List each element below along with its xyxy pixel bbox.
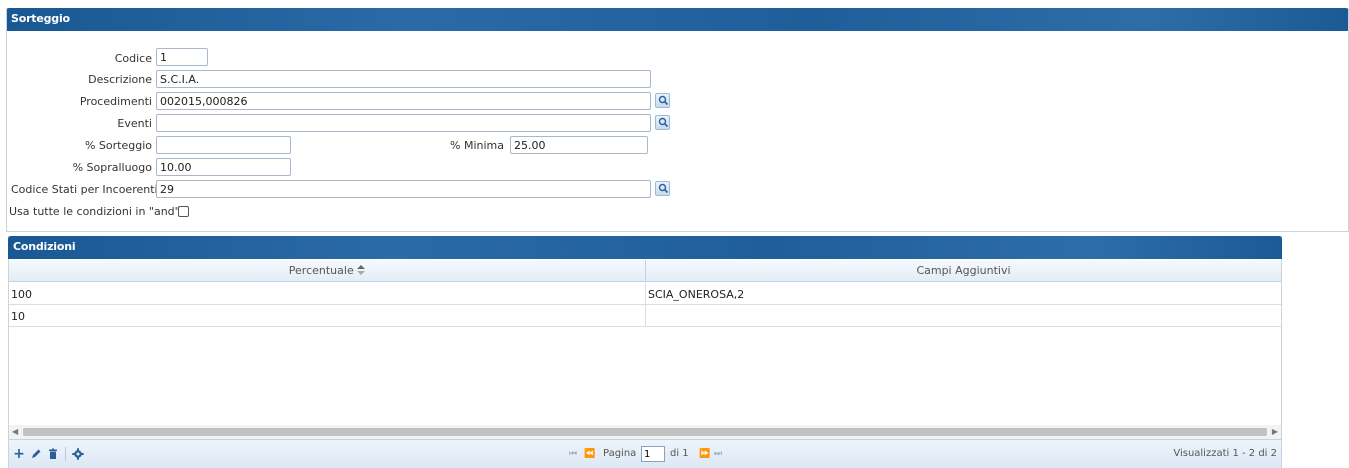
search-icon (658, 95, 669, 106)
page-number-input[interactable] (641, 446, 665, 462)
delete-icon[interactable] (47, 448, 59, 460)
stati-search-button[interactable] (655, 181, 670, 196)
condizioni-grid: Condizioni Percentuale Campi Aggiuntivi … (8, 236, 1282, 468)
procedimenti-input[interactable] (156, 92, 651, 110)
percentuale-header-label: Percentuale (288, 264, 354, 277)
table-row-2-campi[interactable] (646, 305, 1281, 327)
scroll-right-icon[interactable]: ▶ (1272, 427, 1278, 436)
column-header-percentuale[interactable]: Percentuale (9, 260, 646, 282)
condizioni-header: Condizioni (8, 236, 1282, 259)
page-label: Pagina (603, 448, 637, 459)
condizioni-title: Condizioni (13, 240, 76, 253)
descrizione-input[interactable] (156, 70, 651, 88)
next-page-icon[interactable]: ⏩ (699, 449, 710, 459)
grid-pager: + ⏮ ⏪ Pagina di 1 ⏩ ⏭ Visualizzati 1 - 2… (9, 439, 1281, 468)
scrollbar-thumb[interactable] (23, 428, 1267, 436)
records-summary: Visualizzati 1 - 2 di 2 (1173, 448, 1277, 459)
search-icon (658, 117, 669, 128)
horizontal-scrollbar[interactable]: ◀ ▶ (9, 425, 1281, 439)
table-row-1-campi[interactable]: SCIA_ONEROSA,2 (646, 283, 1281, 305)
and-conditions-checkbox[interactable] (178, 206, 189, 217)
page-of-label: di 1 (670, 448, 689, 459)
toolbar-separator (65, 447, 66, 461)
edit-icon[interactable] (30, 448, 42, 460)
descrizione-label: Descrizione (88, 73, 152, 86)
table-row-1-percentuale[interactable]: 100 (9, 283, 646, 305)
sopralluogo-pct-input[interactable] (156, 158, 291, 176)
sorteggio-pct-input[interactable] (156, 136, 291, 154)
sorteggio-pct-label: % Sorteggio (84, 139, 152, 152)
procedimenti-search-button[interactable] (655, 93, 670, 108)
table-row-2-percentuale[interactable]: 10 (9, 305, 646, 327)
sorteggio-form: Codice Descrizione Procedimenti Eventi %… (6, 8, 1349, 232)
campi-header-label: Campi Aggiuntivi (916, 264, 1011, 277)
eventi-search-button[interactable] (655, 115, 670, 130)
and-conditions-label: Usa tutte le condizioni in "and" (9, 205, 180, 218)
search-icon (658, 183, 669, 194)
last-page-icon[interactable]: ⏭ (714, 449, 722, 459)
eventi-label: Eventi (117, 117, 152, 130)
sopralluogo-pct-label: % Sopralluogo (72, 161, 152, 174)
procedimenti-label: Procedimenti (79, 95, 152, 108)
minima-pct-input[interactable] (510, 136, 648, 154)
add-icon[interactable]: + (13, 447, 25, 461)
stati-incoerenti-label: Codice Stati per Incoerenti (11, 183, 158, 196)
minima-pct-label: % Minima (450, 139, 504, 152)
eventi-input[interactable] (156, 114, 651, 132)
column-header-campi-aggiuntivi[interactable]: Campi Aggiuntivi (646, 260, 1281, 282)
codice-label: Codice (114, 52, 152, 65)
first-page-icon[interactable]: ⏮ (569, 449, 577, 459)
stati-incoerenti-input[interactable] (156, 180, 651, 198)
sort-asc-icon (357, 265, 366, 275)
scroll-left-icon[interactable]: ◀ (12, 427, 18, 436)
settings-icon[interactable] (72, 448, 84, 460)
codice-input[interactable] (156, 48, 208, 66)
prev-page-icon[interactable]: ⏪ (584, 449, 595, 459)
